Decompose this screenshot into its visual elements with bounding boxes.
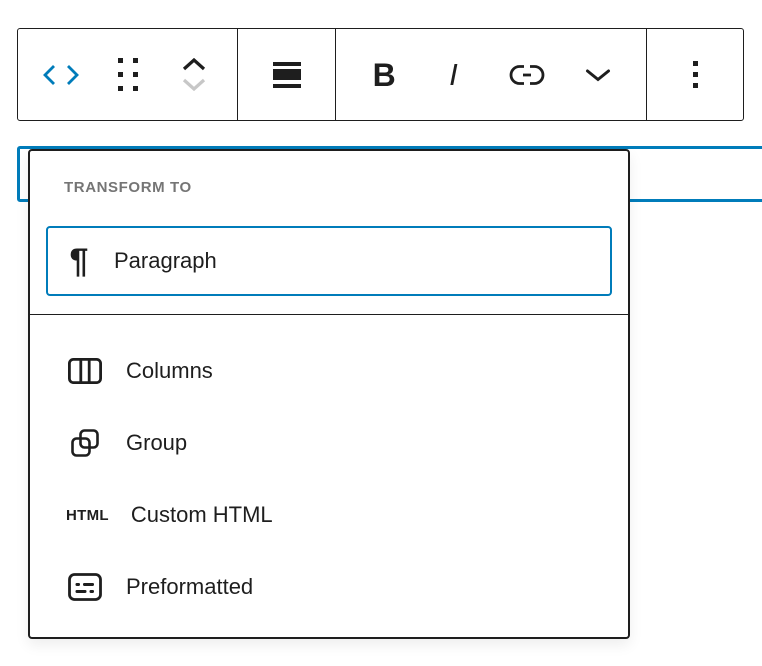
menu-item-label: Preformatted [126,574,254,599]
block-switcher-popover: TRANSFORM TO ¶ Paragraph Columns Group H… [28,149,630,639]
menu-item-label: Custom HTML [130,502,273,527]
move-down-button[interactable] [182,78,206,91]
drag-handle[interactable] [105,43,151,107]
transform-option-paragraph[interactable]: ¶ Paragraph [46,226,612,296]
bold-button[interactable]: B [361,43,407,107]
more-formatting-button[interactable] [575,43,621,107]
columns-icon [66,358,104,384]
block-toolbar: B I [17,28,744,121]
link-button[interactable] [504,43,550,107]
toolbar-group-options [646,29,743,120]
link-icon [508,63,546,87]
toolbar-group-align [237,29,335,120]
menu-item-label: Group [126,430,188,455]
toolbar-group-formatting: B I [335,29,646,120]
code-icon [42,64,80,86]
drag-icon [117,58,138,91]
transform-option-columns[interactable]: Columns [46,335,612,407]
bold-icon: B [372,56,396,93]
transform-option-preformatted[interactable]: Preformatted [46,551,612,623]
transform-option-group[interactable]: Group [46,407,612,479]
options-button[interactable] [672,43,718,107]
chevron-down-disabled-icon [182,78,206,91]
code-block-type-button[interactable] [38,43,84,107]
align-button[interactable] [264,43,310,107]
menu-item-label: Paragraph [114,248,217,273]
menu-item-label: Columns [126,358,213,383]
italic-icon: I [449,57,458,92]
group-icon [66,429,104,457]
move-up-button[interactable] [182,58,206,71]
transform-option-custom-html[interactable]: HTML Custom HTML [46,479,612,551]
align-none-icon [272,61,301,88]
toolbar-group-block [18,29,237,120]
chevron-down-icon [585,68,611,82]
italic-button[interactable]: I [432,43,478,107]
block-mover [171,43,217,107]
preformatted-icon [66,573,104,601]
ellipsis-vertical-icon [692,61,698,88]
paragraph-icon: ¶ [69,242,89,280]
html-icon: HTML [66,506,109,524]
chevron-up-icon [182,58,206,71]
transform-to-heading: TRANSFORM TO [64,179,192,196]
